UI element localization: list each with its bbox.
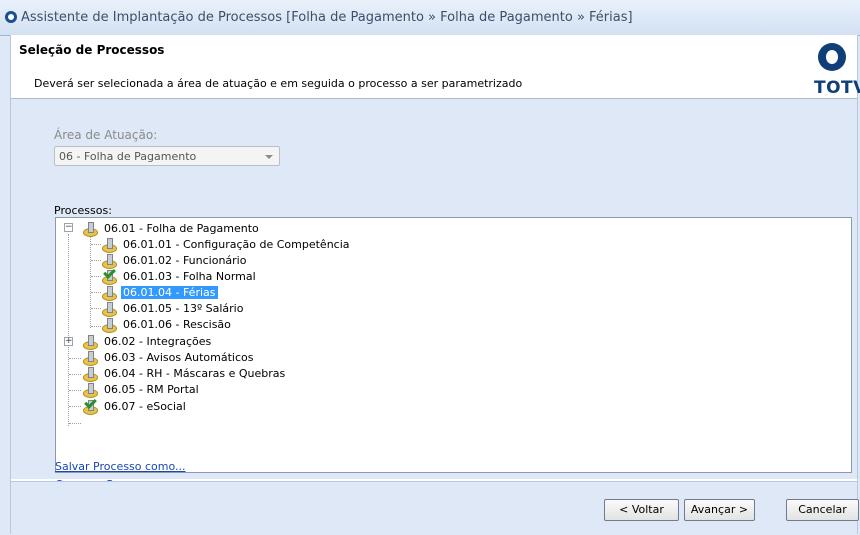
area-select-value: 06 - Folha de Pagamento	[59, 150, 197, 163]
tree-node-06-01[interactable]: 06.01 - Folha de Pagamento	[81, 220, 261, 237]
tree-connector	[69, 406, 81, 407]
page-subtitle: Deverá ser selecionada a área de atuação…	[34, 77, 523, 90]
tree-connector	[69, 390, 81, 391]
process-icon	[81, 349, 99, 366]
tree-node-06-01-02[interactable]: 06.01.02 - Funcionário	[100, 252, 248, 269]
next-button[interactable]: Avançar >	[684, 499, 755, 521]
app-icon	[5, 11, 17, 23]
tree-node-label: 06.01.03 - Folha Normal	[123, 269, 256, 283]
collapse-toggle[interactable]: −	[64, 223, 73, 232]
process-icon	[100, 252, 118, 269]
process-icon	[81, 220, 99, 237]
area-label: Área de Atuação:	[54, 128, 158, 142]
tree-node-06-04[interactable]: 06.04 - RH - Máscaras e Quebras	[81, 365, 287, 382]
cancel-button[interactable]: Cancelar	[786, 499, 859, 521]
wizard-content: Área de Atuação: 06 - Folha de Pagamento…	[11, 99, 857, 491]
tree-connector	[69, 358, 81, 359]
tree-node-06-05[interactable]: 06.05 - RM Portal	[81, 381, 201, 398]
tree-node-label: 06.01.06 - Rescisão	[123, 317, 231, 331]
tree-connector	[68, 234, 69, 426]
tree-node-06-01-03[interactable]: 06.01.03 - Folha Normal	[100, 266, 258, 285]
process-icon	[100, 316, 118, 333]
tree-node-label: 06.01.05 - 13º Salário	[123, 301, 244, 315]
tree-connector	[69, 423, 81, 424]
process-check-icon	[81, 396, 99, 415]
tree-connector	[69, 374, 81, 375]
tree-node-label: 06.01.04 - Férias	[121, 285, 218, 299]
wizard-footer: < Voltar Avançar > Cancelar	[11, 481, 859, 535]
process-icon	[81, 333, 99, 350]
process-check-icon	[100, 266, 118, 285]
save-process-link[interactable]: Salvar Processo como...	[55, 460, 186, 473]
tree-node-label: 06.01.02 - Funcionário	[123, 253, 247, 267]
tree-node-06-01-05[interactable]: 06.01.05 - 13º Salário	[100, 300, 245, 317]
chevron-down-icon	[265, 155, 273, 159]
wizard-header: Seleção de Processos Deverá ser selecion…	[11, 35, 860, 98]
tree-connector	[90, 236, 91, 328]
process-icon	[100, 236, 118, 253]
totvs-logo-text: TOTVS	[814, 78, 860, 98]
tree-node-label: 06.04 - RH - Máscaras e Quebras	[104, 366, 286, 380]
wizard-client-area: Seleção de Processos Deverá ser selecion…	[10, 35, 860, 535]
tree-node-label: 06.07 - eSocial	[104, 399, 186, 413]
process-icon	[100, 300, 118, 317]
area-select[interactable]: 06 - Folha de Pagamento	[54, 146, 280, 166]
tree-node-06-02[interactable]: 06.02 - Integrações	[81, 333, 213, 350]
totvs-logo-icon	[818, 43, 846, 71]
tree-node-label: 06.05 - RM Portal	[104, 382, 199, 396]
tree-node-label: 06.02 - Integrações	[104, 334, 212, 348]
process-tree[interactable]: − + 06.01 - Folha de Pagamento 06.01.01 …	[55, 217, 852, 473]
tree-node-06-01-04[interactable]: 06.01.04 - Férias	[100, 284, 218, 301]
process-icon	[81, 381, 99, 398]
back-button[interactable]: < Voltar	[604, 499, 679, 521]
process-icon	[100, 284, 118, 301]
tree-node-label: 06.01.01 - Configuração de Competência	[123, 237, 350, 251]
tree-node-06-07[interactable]: 06.07 - eSocial	[81, 396, 188, 415]
page-title: Seleção de Processos	[19, 43, 165, 57]
tree-node-label: 06.01 - Folha de Pagamento	[104, 221, 259, 235]
expand-toggle[interactable]: +	[64, 337, 73, 346]
processes-label: Processos:	[54, 204, 112, 217]
tree-node-06-03[interactable]: 06.03 - Avisos Automáticos	[81, 349, 255, 366]
window-titlebar: Assistente de Implantação de Processos […	[0, 0, 860, 36]
process-icon	[81, 365, 99, 382]
tree-node-06-01-06[interactable]: 06.01.06 - Rescisão	[100, 316, 233, 333]
tree-node-label: 06.03 - Avisos Automáticos	[104, 350, 254, 364]
window-title: Assistente de Implantação de Processos […	[21, 10, 633, 25]
tree-node-06-01-01[interactable]: 06.01.01 - Configuração de Competência	[100, 236, 352, 253]
